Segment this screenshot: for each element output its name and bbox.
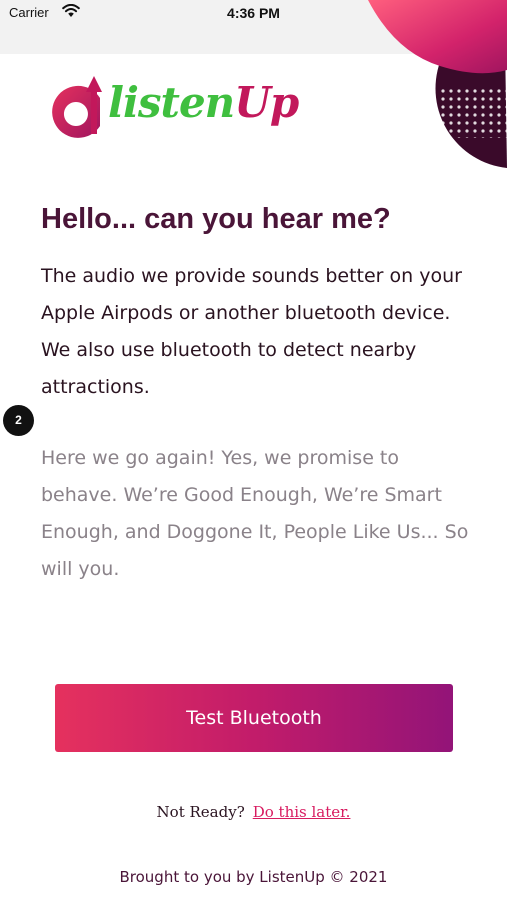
do-this-later-link[interactable]: Do this later. [253,803,351,821]
logo-mark-icon [52,76,102,138]
not-ready-row: Not Ready? Do this later. [0,803,507,821]
logo-text-up: Up [234,78,299,127]
intro-paragraph: The audio we provide sounds better on yo… [41,265,462,398]
not-ready-label: Not Ready? [156,803,245,821]
step-badge: 2 [3,405,34,436]
status-time: 4:36 PM [227,5,280,21]
logo-text: listenUp [108,78,299,127]
status-bar: Carrier 4:36 PM [0,0,507,54]
listenup-logo: listenUp [48,72,299,152]
secondary-paragraph: Here we go again! Yes, we promise to beh… [41,447,469,580]
page-title: Hello... can you hear me? [41,203,391,235]
logo-text-listen: listen [108,78,235,127]
test-bluetooth-button[interactable]: Test Bluetooth [55,684,453,752]
footer-credit: Brought to you by ListenUp © 2021 [119,868,388,886]
battery-icon [471,6,497,18]
dark-blob-shape [435,41,507,169]
